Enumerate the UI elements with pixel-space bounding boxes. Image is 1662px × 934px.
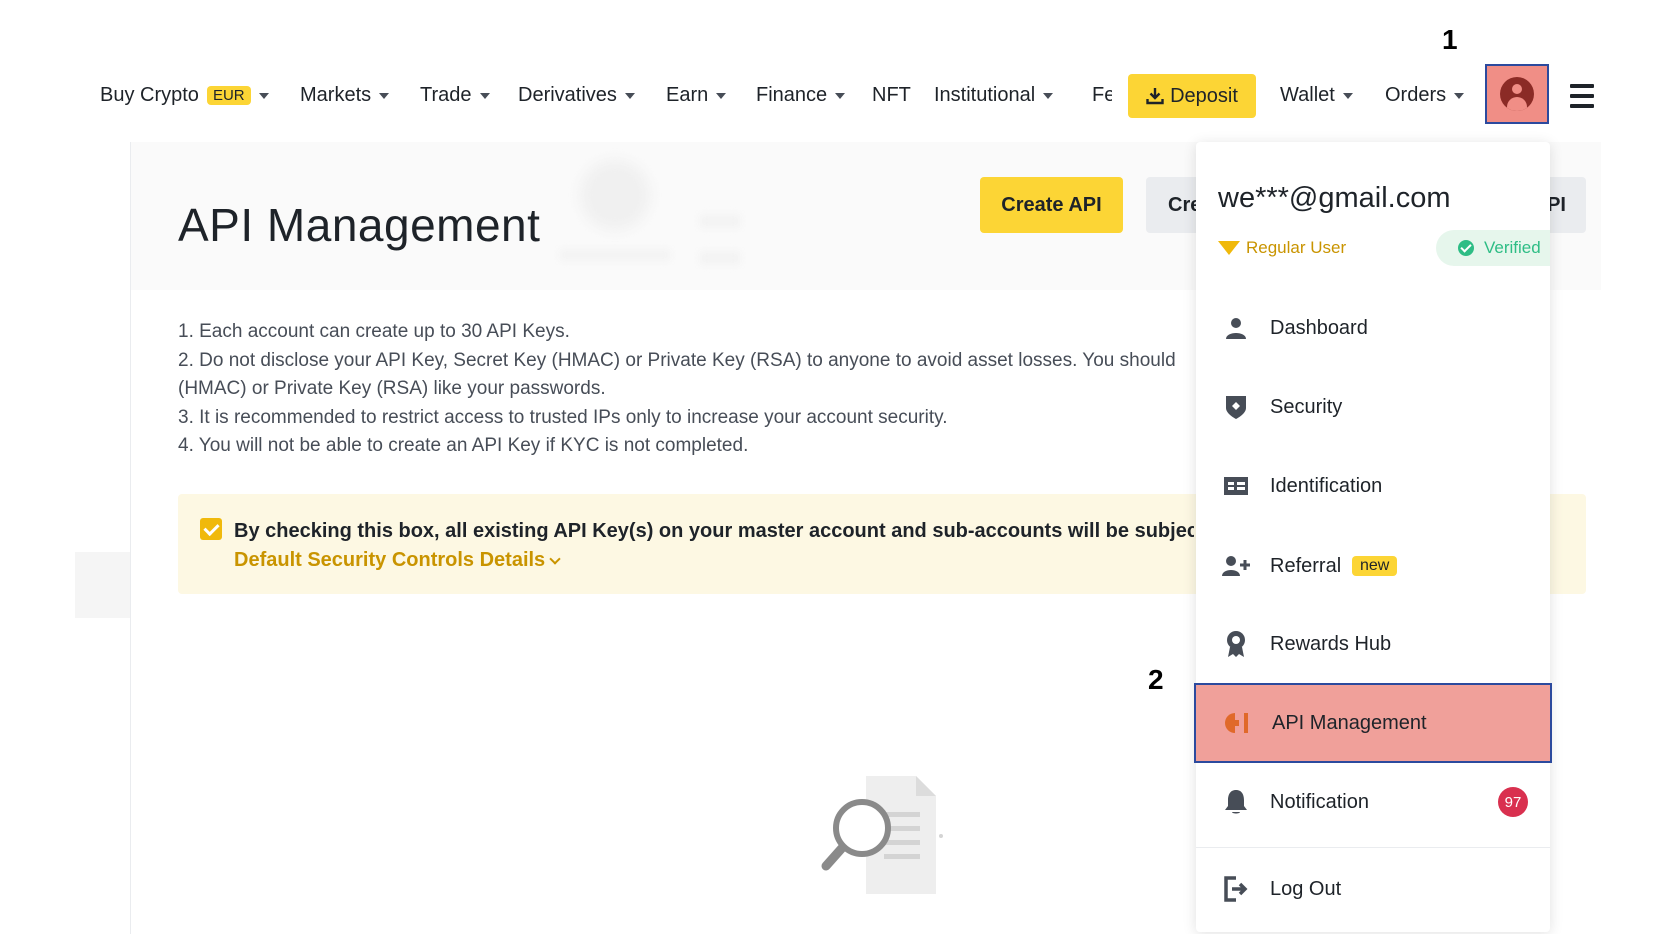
page-title: API Management (178, 199, 541, 251)
nav-finance-label: Finance (756, 84, 828, 106)
api-icon (1224, 709, 1252, 737)
menu-item-label: Identification (1270, 474, 1383, 497)
account-email: we***@gmail.com (1218, 182, 1451, 214)
nav-finance[interactable]: Finance (756, 84, 846, 107)
default-security-checkbox[interactable] (200, 518, 222, 540)
add-user-icon (1222, 552, 1250, 580)
blurred-background-graphic (700, 252, 740, 264)
details-link-label: Default Security Controls Details (234, 549, 546, 571)
verified-label: Verified (1484, 238, 1541, 257)
user-tier-label: Regular User (1246, 238, 1347, 257)
menu-item-api-management[interactable]: API Management (1194, 683, 1552, 763)
empty-search-illustration (821, 776, 943, 894)
nav-feed-truncated[interactable]: Fe (1092, 84, 1112, 107)
blurred-background-graphic (560, 250, 670, 260)
menu-item-label: Dashboard (1270, 316, 1368, 339)
nav-nft-label: NFT (872, 84, 911, 106)
create-api-button[interactable]: Create API (980, 177, 1123, 233)
caret-down-icon (379, 92, 390, 99)
hamburger-menu-icon[interactable] (1570, 84, 1594, 114)
side-panel-fragment (75, 552, 130, 618)
caret-down-icon (1454, 92, 1465, 99)
caret-down-icon (258, 92, 269, 99)
caret-down-icon (1342, 92, 1353, 99)
nav-orders[interactable]: Orders (1385, 84, 1465, 107)
logout-icon (1222, 875, 1250, 903)
note-line: 1. Each account can create up to 30 API … (178, 321, 570, 342)
menu-item-log-out[interactable]: Log Out (1196, 849, 1550, 929)
blurred-background-graphic (580, 160, 650, 230)
api-notes: 1. Each account can create up to 30 API … (178, 318, 1198, 461)
nav-markets[interactable]: Markets (300, 84, 390, 107)
blurred-background-graphic (700, 215, 740, 227)
caret-down-icon (624, 92, 635, 99)
caret-down-icon (479, 92, 490, 99)
nav-earn-label: Earn (666, 84, 709, 106)
diamond-icon (1218, 241, 1240, 255)
note-line: (HMAC) or Private Key (RSA) like your pa… (178, 378, 606, 399)
download-icon (1146, 88, 1164, 105)
note-line: 3. It is recommended to restrict access … (178, 406, 948, 428)
menu-item-identification[interactable]: Identification (1196, 446, 1550, 526)
bell-icon (1222, 788, 1250, 816)
id-card-icon (1222, 472, 1250, 500)
step-annotation-2: 2 (1148, 664, 1164, 695)
nav-trade[interactable]: Trade (420, 84, 490, 107)
nav-markets-label: Markets (300, 84, 372, 106)
divider (1196, 847, 1550, 848)
deposit-label: Deposit (1170, 84, 1238, 107)
caret-down-icon (716, 92, 727, 99)
deposit-button[interactable]: Deposit (1128, 74, 1256, 118)
menu-item-dashboard[interactable]: Dashboard (1196, 288, 1550, 368)
nav-buy-crypto[interactable]: Buy Crypto EUR (100, 84, 269, 107)
currency-badge: EUR (206, 86, 251, 105)
nav-institutional-label: Institutional (934, 84, 1036, 106)
medal-icon (1222, 630, 1250, 658)
caret-down-icon (1043, 92, 1054, 99)
menu-item-rewards-hub[interactable]: Rewards Hub (1196, 604, 1550, 684)
menu-item-label: Log Out (1270, 877, 1342, 900)
notification-count-badge: 97 (1498, 787, 1528, 817)
menu-item-label: Rewards Hub (1270, 632, 1392, 655)
chevron-down-icon (549, 552, 561, 565)
caret-down-icon (835, 92, 846, 99)
nav-buy-crypto-label: Buy Crypto (100, 84, 199, 106)
menu-item-label: Notification (1270, 790, 1369, 813)
shield-icon (1222, 393, 1250, 421)
avatar-icon (1500, 77, 1534, 111)
nav-wallet-label: Wallet (1280, 84, 1335, 106)
checkbox-description: By checking this box, all existing API K… (234, 520, 1194, 542)
nav-derivatives-label: Derivatives (518, 84, 617, 106)
nav-earn[interactable]: Earn (666, 84, 727, 107)
profile-dropdown-menu: we***@gmail.com Regular User Verified Da… (1194, 142, 1552, 932)
note-line: 2. Do not disclose your API Key, Secret … (178, 349, 1176, 371)
menu-item-label: Security (1270, 395, 1343, 418)
menu-item-label: API Management (1272, 711, 1427, 734)
nav-orders-label: Orders (1385, 84, 1447, 106)
menu-item-referral[interactable]: Referral new (1196, 526, 1550, 606)
note-line: 4. You will not be able to create an API… (178, 435, 749, 456)
user-tier: Regular User (1218, 238, 1346, 258)
nav-wallet[interactable]: Wallet (1280, 84, 1353, 107)
security-controls-details-link[interactable]: Default Security Controls Details (234, 549, 561, 572)
nav-institutional[interactable]: Institutional (934, 84, 1054, 107)
menu-item-security[interactable]: Security (1196, 367, 1550, 447)
menu-item-notification[interactable]: Notification 97 (1196, 762, 1550, 842)
nav-trade-label: Trade (420, 84, 472, 106)
step-annotation-1: 1 (1442, 24, 1458, 55)
new-badge: new (1352, 556, 1398, 576)
nav-nft[interactable]: NFT (872, 84, 911, 107)
check-circle-icon (1458, 240, 1474, 256)
profile-avatar-button[interactable] (1485, 64, 1549, 124)
menu-item-label: Referral (1270, 554, 1342, 577)
verified-badge: Verified (1436, 230, 1550, 266)
nav-derivatives[interactable]: Derivatives (518, 84, 635, 107)
user-icon (1222, 314, 1250, 342)
